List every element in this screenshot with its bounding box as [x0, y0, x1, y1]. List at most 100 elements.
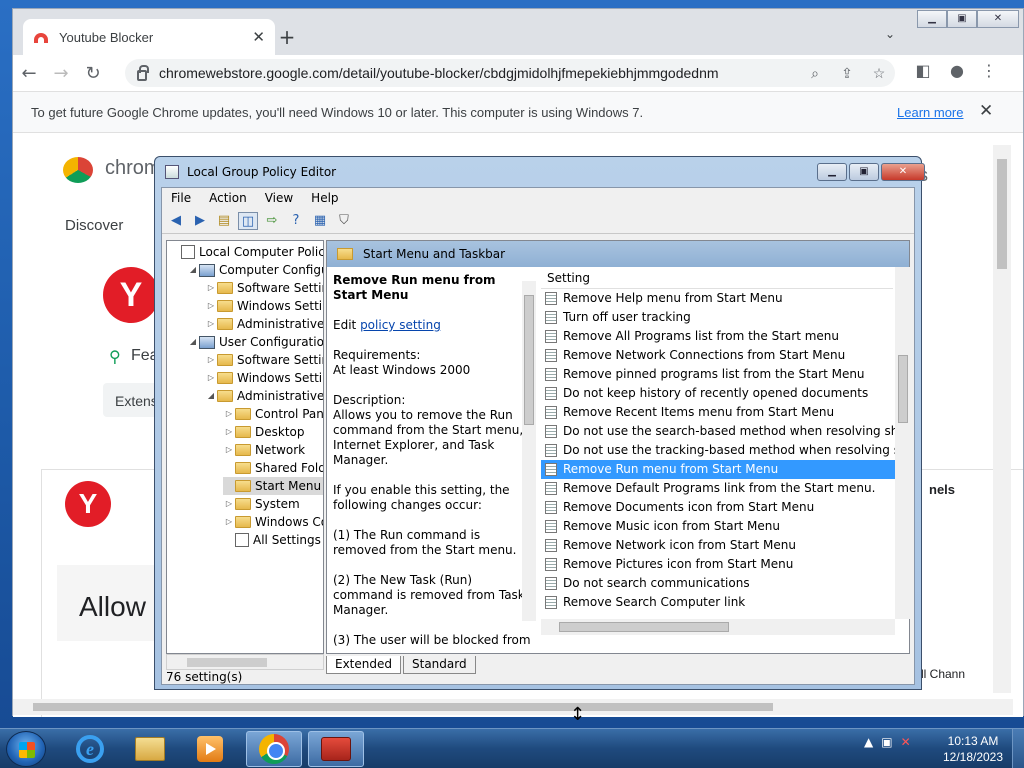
list-hscroll-thumb[interactable] [559, 622, 729, 632]
setting-row[interactable]: Remove Search Computer link [541, 593, 895, 612]
taskbar-gpedit[interactable] [308, 731, 364, 767]
close-button[interactable]: ✕ [977, 10, 1019, 28]
address-bar[interactable]: chromewebstore.google.com/detail/youtube… [125, 59, 895, 87]
expand-arrow-icon[interactable]: ▷ [205, 369, 217, 387]
setting-row[interactable]: Remove Help menu from Start Menu [541, 289, 895, 308]
setting-row[interactable]: Turn off user tracking [541, 308, 895, 327]
tree-node[interactable]: ◢ User Configuration [187, 333, 323, 351]
tree-node[interactable]: ▷ System [223, 495, 300, 513]
setting-row[interactable]: Remove pinned programs list from the Sta… [541, 365, 895, 384]
new-tab-button[interactable]: + [275, 25, 299, 49]
expand-arrow-icon[interactable]: ▷ [205, 315, 217, 333]
tree-node[interactable]: ▷ Windows Cor [223, 513, 323, 531]
page-vscroll-thumb[interactable] [997, 159, 1007, 269]
reload-icon[interactable]: ↻ [77, 63, 109, 84]
tree-node[interactable]: ◢ Computer Configura [187, 261, 323, 279]
minimize-button[interactable]: ▁ [917, 10, 947, 28]
zoom-icon[interactable]: ⌕ [799, 65, 831, 82]
expand-arrow-icon[interactable]: ▷ [223, 441, 235, 459]
forward-icon[interactable]: → [45, 63, 77, 84]
expand-arrow-icon[interactable]: ▷ [223, 423, 235, 441]
tab-close-icon[interactable]: ✕ [252, 28, 265, 46]
tab-search-chevron-icon[interactable]: ⌄ [885, 27, 895, 41]
filter-icon[interactable]: ⛉ [334, 212, 354, 230]
setting-row[interactable]: Remove Default Programs link from the St… [541, 479, 895, 498]
gpedit-maximize-button[interactable]: ▣ [849, 163, 879, 181]
tray-expand-icon[interactable]: ▲ [864, 735, 873, 749]
gpedit-close-button[interactable]: ✕ [881, 163, 925, 181]
setting-row[interactable]: Remove All Programs list from the Start … [541, 327, 895, 346]
tree-node[interactable]: Local Computer Policy [169, 243, 323, 261]
tab-youtube-blocker[interactable]: Youtube Blocker ✕ [23, 19, 275, 55]
gpedit-titlebar[interactable]: Local Group Policy Editor [155, 157, 921, 187]
discover-link[interactable]: Discover [65, 217, 123, 234]
column-header-setting[interactable]: Setting [541, 267, 893, 289]
policy-tree[interactable]: Local Computer Policy◢Computer Configura… [166, 240, 324, 654]
forward-arrow-icon[interactable]: ▶ [190, 212, 210, 230]
setting-row[interactable]: Remove Music icon from Start Menu [541, 517, 895, 536]
setting-row[interactable]: Do not search communications [541, 574, 895, 593]
setting-row[interactable]: Do not keep history of recently opened d… [541, 384, 895, 403]
list-horizontal-scrollbar[interactable] [541, 619, 895, 635]
tree-node[interactable]: ▷ Software Settings [205, 279, 323, 297]
setting-row[interactable]: Do not use the tracking-based method whe… [541, 441, 895, 460]
page-hscroll-thumb[interactable] [33, 703, 773, 711]
expand-arrow-icon[interactable]: ▷ [223, 495, 235, 513]
network-icon[interactable]: ▣ [881, 735, 892, 749]
page-horizontal-scrollbar[interactable] [13, 699, 1013, 715]
infobar-close-icon[interactable]: ✕ [979, 101, 993, 121]
menu-action[interactable]: Action [200, 191, 256, 205]
tree-node[interactable]: ▷ Software Settings [205, 351, 323, 369]
export-list-icon[interactable]: ⇨ [262, 212, 282, 230]
show-desktop-button[interactable] [1012, 729, 1024, 768]
tree-node[interactable]: ▷ Windows Setting [205, 369, 323, 387]
side-panel-icon[interactable]: ◧ [911, 61, 935, 80]
desc-scroll-thumb[interactable] [524, 295, 534, 425]
setting-row[interactable]: Remove Recent Items menu from Start Menu [541, 403, 895, 422]
maximize-button[interactable]: ▣ [947, 10, 977, 28]
volume-muted-icon[interactable]: ✕ [901, 735, 911, 749]
list-vertical-scrollbar[interactable] [895, 267, 911, 619]
taskbar-chrome[interactable] [246, 731, 302, 767]
up-folder-icon[interactable]: ▤ [214, 212, 234, 230]
back-arrow-icon[interactable]: ◀ [166, 212, 186, 230]
expand-arrow-icon[interactable]: ▷ [205, 297, 217, 315]
page-vertical-scrollbar[interactable] [993, 145, 1011, 693]
taskbar-media-player[interactable] [182, 731, 238, 767]
setting-row[interactable]: Do not use the search-based method when … [541, 422, 895, 441]
edit-policy-setting-link[interactable]: policy setting [360, 318, 441, 332]
properties-icon[interactable]: ▦ [310, 212, 330, 230]
learn-more-link[interactable]: Learn more [897, 105, 963, 120]
tree-hscroll-thumb[interactable] [187, 658, 267, 667]
tree-node[interactable]: ▷ Network [223, 441, 305, 459]
tree-node[interactable]: All Settings [223, 531, 321, 549]
setting-row[interactable]: Remove Network Connections from Start Me… [541, 346, 895, 365]
back-icon[interactable]: ← [13, 63, 45, 84]
setting-row[interactable]: Remove Documents icon from Start Menu [541, 498, 895, 517]
tree-node[interactable]: Shared Folder [223, 459, 323, 477]
collapse-arrow-icon[interactable]: ◢ [205, 387, 217, 405]
menu-view[interactable]: View [256, 191, 302, 205]
expand-arrow-icon[interactable]: ▷ [205, 351, 217, 369]
share-icon[interactable]: ⇪ [831, 65, 863, 82]
tree-node[interactable]: ▷ Administrative Te [205, 315, 323, 333]
profile-avatar-icon[interactable]: ● [945, 61, 969, 80]
tree-node[interactable]: ▷ Control Panel [223, 405, 323, 423]
taskbar-internet-explorer[interactable]: e [62, 731, 118, 767]
setting-row[interactable]: Remove Run menu from Start Menu [541, 460, 895, 479]
collapse-arrow-icon[interactable]: ◢ [187, 261, 199, 279]
help-icon[interactable]: ? [286, 212, 306, 230]
expand-arrow-icon[interactable]: ▷ [223, 405, 235, 423]
show-hide-tree-icon[interactable]: ◫ [238, 211, 258, 230]
tree-node[interactable]: ▷ Desktop [223, 423, 305, 441]
desc-scrollbar[interactable] [522, 281, 536, 621]
menu-file[interactable]: File [162, 191, 200, 205]
tree-node[interactable]: ▷ Windows Setting [205, 297, 323, 315]
clock[interactable]: 10:13 AM 12/18/2023 [940, 733, 1006, 765]
list-vscroll-thumb[interactable] [898, 355, 908, 423]
tree-node[interactable]: ◢ Administrative Te [205, 387, 323, 405]
menu-help[interactable]: Help [302, 191, 347, 205]
setting-row[interactable]: Remove Network icon from Start Menu [541, 536, 895, 555]
menu-kebab-icon[interactable]: ⋮ [977, 61, 1001, 80]
tree-node[interactable]: Start Menu ar [223, 477, 323, 495]
